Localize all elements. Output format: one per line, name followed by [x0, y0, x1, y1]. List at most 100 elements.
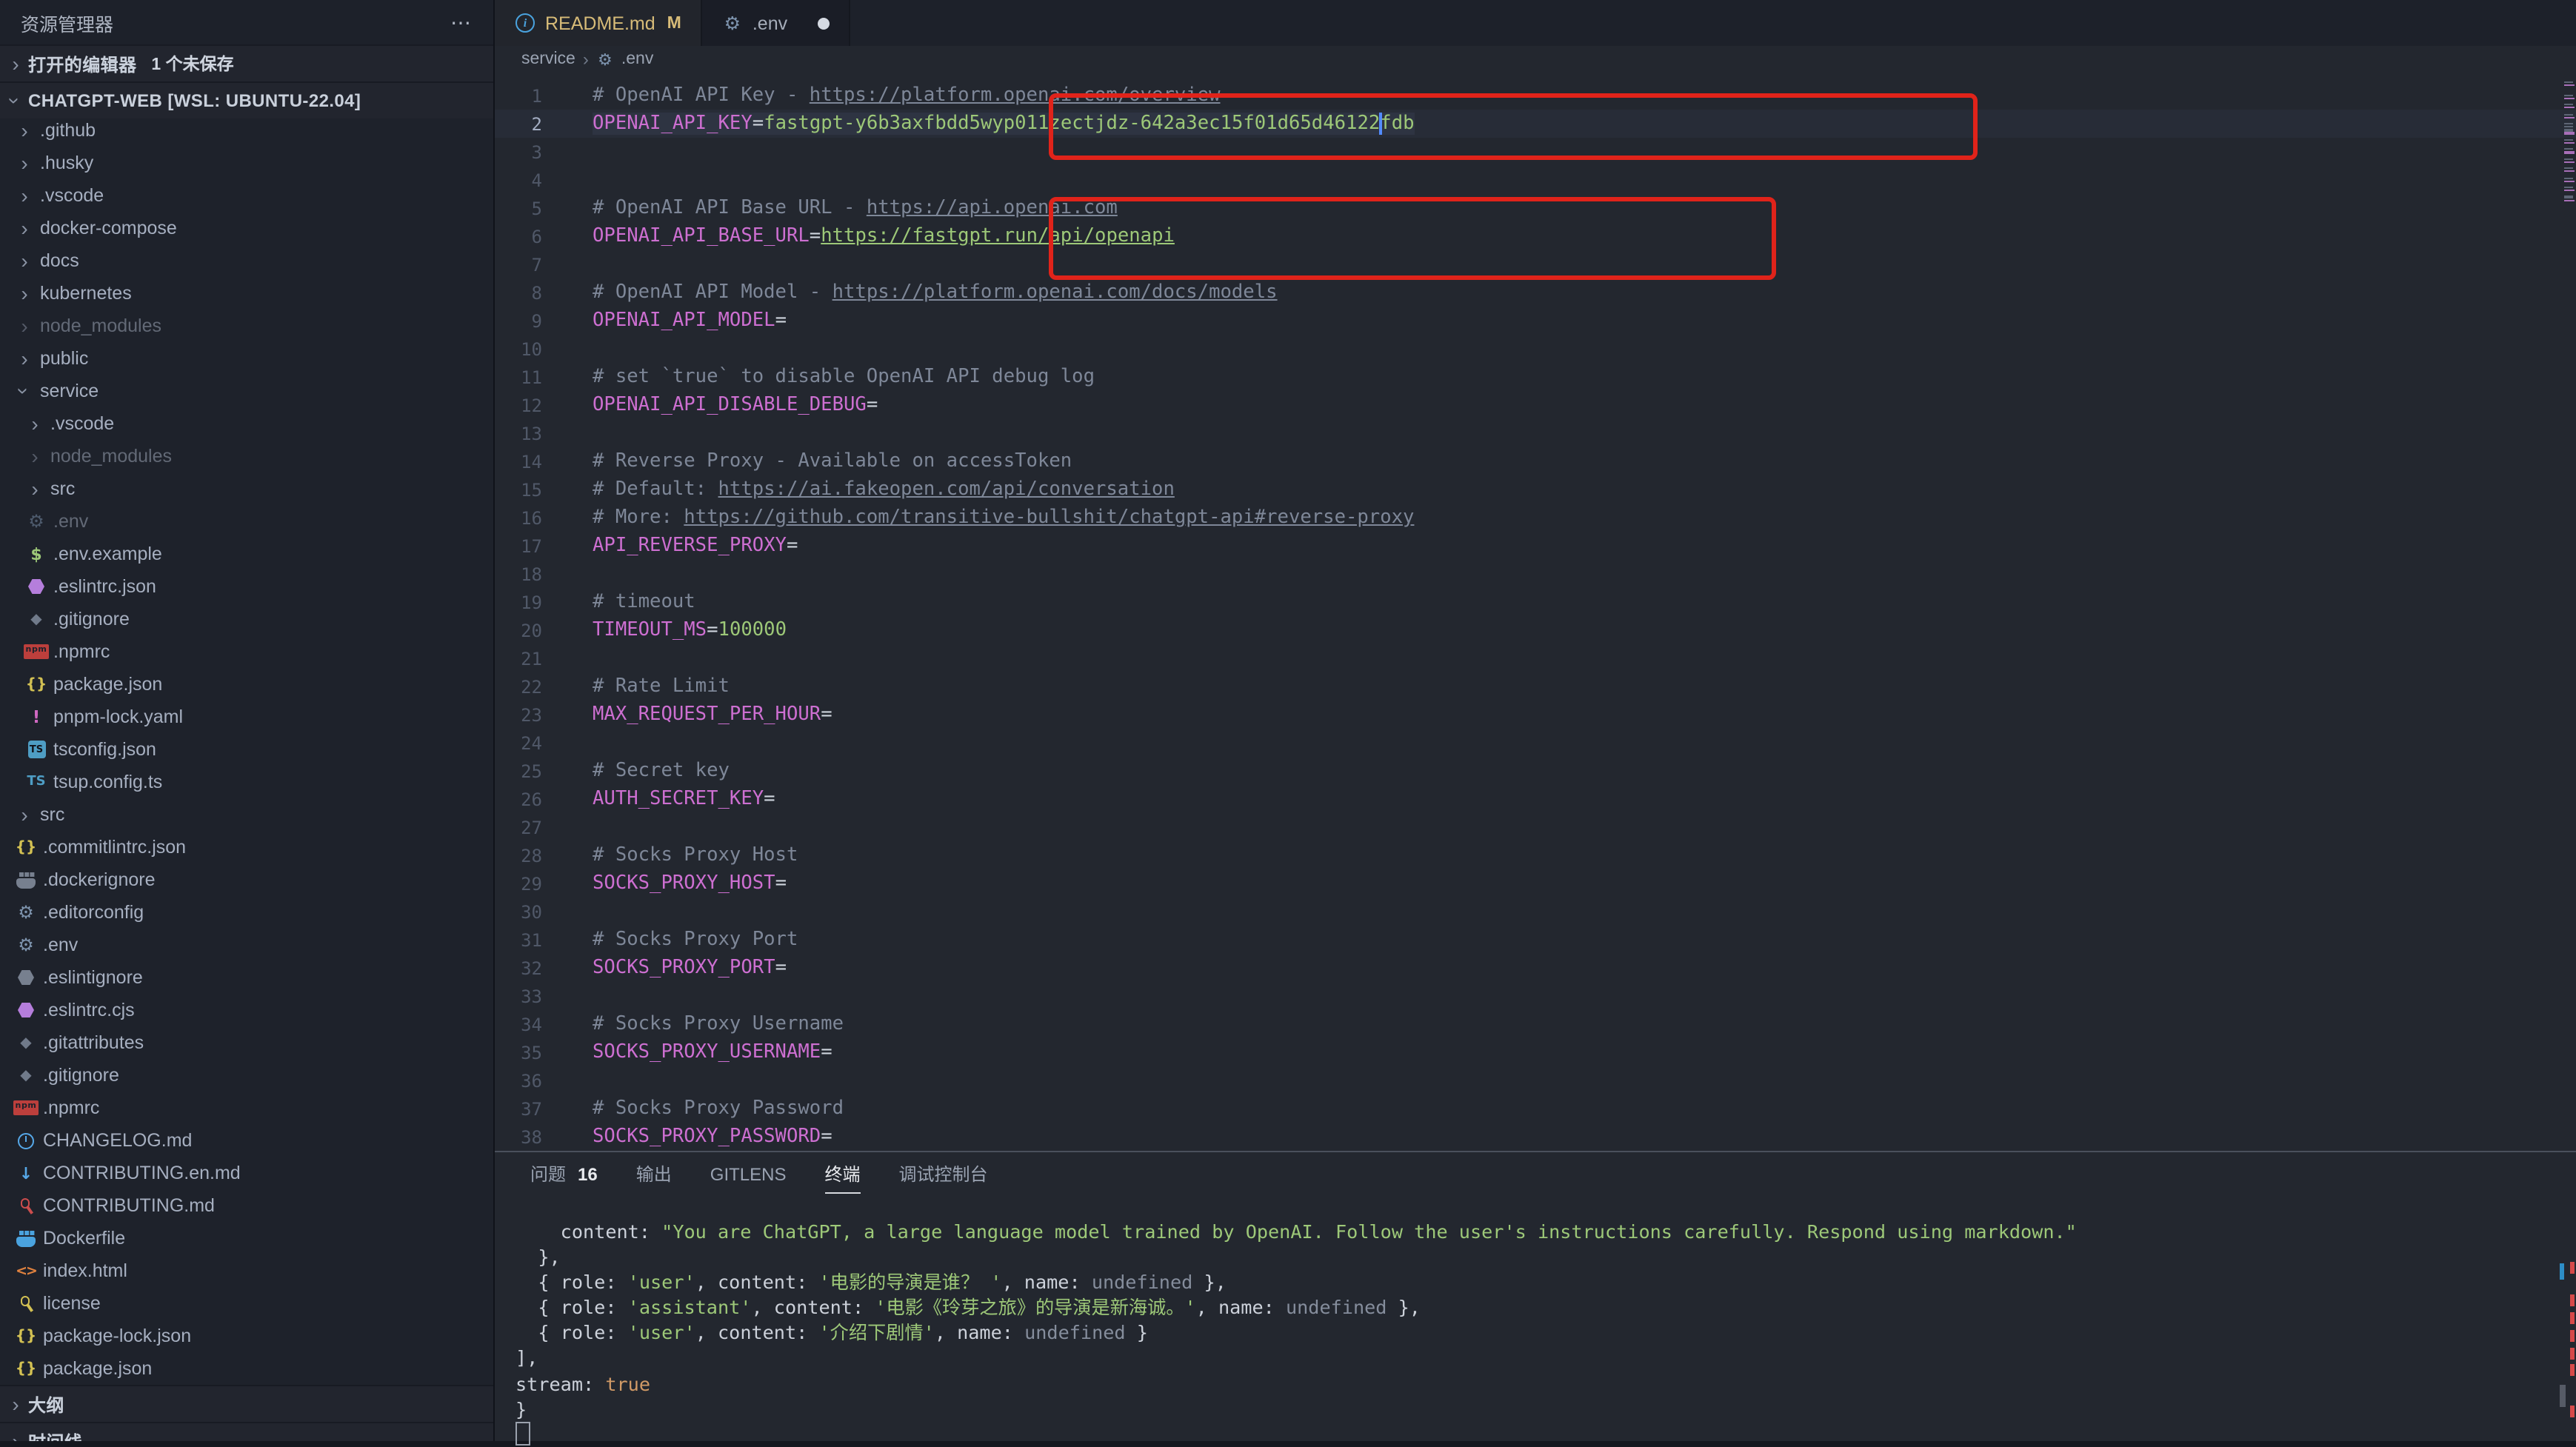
- editor-line[interactable]: 17API_REVERSE_PROXY=: [495, 532, 2576, 560]
- tree-item-CONTRIBUTING.md[interactable]: CONTRIBUTING.md: [0, 1189, 493, 1222]
- tree-item-.editorconfig[interactable]: ⚙.editorconfig: [0, 896, 493, 929]
- tree-item-kubernetes[interactable]: ›kubernetes: [0, 277, 493, 310]
- terminal-token: undefined: [1092, 1271, 1193, 1293]
- problems-count-badge: 16: [578, 1163, 598, 1184]
- editor-line[interactable]: 36: [495, 1066, 2576, 1095]
- editor-line[interactable]: 27: [495, 813, 2576, 841]
- unsaved-dot-icon[interactable]: [817, 17, 829, 29]
- tree-item-.npmrc[interactable]: npm.npmrc: [0, 1092, 493, 1124]
- tree-item-.eslintignore[interactable]: .eslintignore: [0, 961, 493, 994]
- editor-line[interactable]: 15# Default: https://ai.fakeopen.com/api…: [495, 475, 2576, 504]
- tree-item-.gitignore[interactable]: ◆.gitignore: [0, 1059, 493, 1092]
- editor-line[interactable]: 4: [495, 166, 2576, 194]
- editor-line[interactable]: 21: [495, 644, 2576, 672]
- editor-line[interactable]: 23MAX_REQUEST_PER_HOUR=: [495, 701, 2576, 729]
- editor-line[interactable]: 14# Reverse Proxy - Available on accessT…: [495, 447, 2576, 475]
- tree-item-public[interactable]: ›public: [0, 342, 493, 375]
- tree-item-.commitlintrc.json[interactable]: {}.commitlintrc.json: [0, 831, 493, 863]
- more-actions-icon[interactable]: ⋯: [450, 10, 473, 35]
- tree-item-index.html[interactable]: <>index.html: [0, 1254, 493, 1287]
- tree-item-docker-compose[interactable]: ›docker-compose: [0, 212, 493, 244]
- editor-line[interactable]: 9OPENAI_API_MODEL=: [495, 307, 2576, 335]
- minimap[interactable]: [2563, 81, 2576, 259]
- tree-item-.gitattributes[interactable]: ◆.gitattributes: [0, 1026, 493, 1059]
- minimap-line-mark: [2564, 126, 2573, 128]
- editor-line[interactable]: 31# Socks Proxy Port: [495, 926, 2576, 954]
- tree-item-.vscode[interactable]: ›.vscode: [0, 179, 493, 212]
- project-root-section[interactable]: › CHATGPT-WEB [WSL: UBUNTU-22.04]: [0, 81, 493, 118]
- editor-line[interactable]: 10: [495, 335, 2576, 363]
- editor-line[interactable]: 34# Socks Proxy Username: [495, 1010, 2576, 1038]
- tree-item-.husky[interactable]: ›.husky: [0, 147, 493, 179]
- tree-item-label: src: [50, 478, 75, 499]
- tab--env[interactable]: ⚙.env: [702, 0, 850, 47]
- tree-item-.github[interactable]: ›.github: [0, 114, 493, 147]
- timeline-section[interactable]: › 时间线: [0, 1422, 493, 1441]
- editor-line[interactable]: 32SOCKS_PROXY_PORT=: [495, 954, 2576, 982]
- tree-item-.npmrc[interactable]: npm.npmrc: [0, 635, 493, 668]
- editor-line[interactable]: 12OPENAI_API_DISABLE_DEBUG=: [495, 391, 2576, 419]
- panel-tab-GITLENS[interactable]: GITLENS: [710, 1152, 787, 1194]
- editor-line[interactable]: 18: [495, 560, 2576, 588]
- code-editor[interactable]: 1# OpenAI API Key - https://platform.ope…: [495, 73, 2576, 1151]
- tree-item-.dockerignore[interactable]: .dockerignore: [0, 863, 493, 896]
- panel-tab-输出[interactable]: 输出: [636, 1152, 672, 1194]
- tree-item-docs[interactable]: ›docs: [0, 244, 493, 277]
- editor-line[interactable]: 25# Secret key: [495, 757, 2576, 785]
- panel-tab-调试控制台[interactable]: 调试控制台: [899, 1152, 988, 1194]
- tree-item-.vscode[interactable]: ›.vscode: [0, 407, 493, 440]
- tree-item-node-modules[interactable]: ›node_modules: [0, 440, 493, 472]
- tree-item-src[interactable]: ›src: [0, 472, 493, 505]
- tree-item-license[interactable]: license: [0, 1287, 493, 1320]
- tree-item-CHANGELOG.md[interactable]: CHANGELOG.md: [0, 1124, 493, 1157]
- tree-item-tsconfig.json[interactable]: TStsconfig.json: [0, 733, 493, 766]
- editor-line[interactable]: 26AUTH_SECRET_KEY=: [495, 785, 2576, 813]
- editor-line[interactable]: 13: [495, 419, 2576, 447]
- editor-line[interactable]: 16# More: https://github.com/transitive-…: [495, 504, 2576, 532]
- git-icon: ◆: [25, 609, 47, 629]
- breadcrumb-file[interactable]: .env: [621, 50, 654, 68]
- dollar-icon: $: [25, 544, 47, 564]
- scrollbar-thumb[interactable]: [2560, 1385, 2566, 1407]
- tree-item-service[interactable]: ›service: [0, 375, 493, 407]
- tree-item-tsup.config.ts[interactable]: TStsup.config.ts: [0, 766, 493, 798]
- breadcrumb-folder[interactable]: service: [521, 50, 575, 68]
- terminal-cursor: [515, 1422, 530, 1446]
- tree-item-.eslintrc.cjs[interactable]: .eslintrc.cjs: [0, 994, 493, 1026]
- editor-line[interactable]: 28# Socks Proxy Host: [495, 841, 2576, 869]
- tree-item-pnpm-lock.yaml[interactable]: !pnpm-lock.yaml: [0, 701, 493, 733]
- tree-item-package.json[interactable]: {}package.json: [0, 1352, 493, 1385]
- tab-README-md[interactable]: iREADME.mdM: [495, 0, 702, 46]
- tree-item-.env.example[interactable]: $.env.example: [0, 538, 493, 570]
- outline-section[interactable]: › 大纲: [0, 1385, 493, 1422]
- open-editors-section[interactable]: › 打开的编辑器 1 个未保存: [0, 44, 493, 81]
- editor-line[interactable]: 33: [495, 982, 2576, 1010]
- editor-line[interactable]: 29SOCKS_PROXY_HOST=: [495, 869, 2576, 898]
- editor-line[interactable]: 8# OpenAI API Model - https://platform.o…: [495, 278, 2576, 307]
- panel-tab-终端[interactable]: 终端: [825, 1152, 861, 1194]
- tree-item-node-modules[interactable]: ›node_modules: [0, 310, 493, 342]
- line-number: 18: [495, 564, 542, 584]
- editor-line[interactable]: 11# set `true` to disable OpenAI API deb…: [495, 363, 2576, 391]
- editor-line[interactable]: 19# timeout: [495, 588, 2576, 616]
- editor-line[interactable]: 22# Rate Limit: [495, 672, 2576, 701]
- editor-line[interactable]: 30: [495, 898, 2576, 926]
- tree-item-package-lock.json[interactable]: {}package-lock.json: [0, 1320, 493, 1352]
- editor-line[interactable]: 20TIMEOUT_MS=100000: [495, 616, 2576, 644]
- clock-icon: [15, 1130, 37, 1151]
- editor-line[interactable]: 24: [495, 729, 2576, 757]
- panel-tab-问题[interactable]: 问题16: [530, 1152, 598, 1194]
- tree-item-package.json[interactable]: {}package.json: [0, 668, 493, 701]
- line-number: 36: [495, 1070, 542, 1091]
- editor-line[interactable]: 38SOCKS_PROXY_PASSWORD=: [495, 1123, 2576, 1151]
- editor-line[interactable]: 37# Socks Proxy Password: [495, 1095, 2576, 1123]
- tree-item-.eslintrc.json[interactable]: .eslintrc.json: [0, 570, 493, 603]
- terminal-output[interactable]: content: "You are ChatGPT, a large langu…: [515, 1219, 2546, 1447]
- tree-item-.gitignore[interactable]: ◆.gitignore: [0, 603, 493, 635]
- editor-line[interactable]: 35SOCKS_PROXY_USERNAME=: [495, 1038, 2576, 1066]
- tree-item-.env[interactable]: ⚙.env: [0, 505, 493, 538]
- tree-item-src[interactable]: ›src: [0, 798, 493, 831]
- tree-item-.env[interactable]: ⚙.env: [0, 929, 493, 961]
- tree-item-Dockerfile[interactable]: Dockerfile: [0, 1222, 493, 1254]
- tree-item-CONTRIBUTING.en.md[interactable]: ↓CONTRIBUTING.en.md: [0, 1157, 493, 1189]
